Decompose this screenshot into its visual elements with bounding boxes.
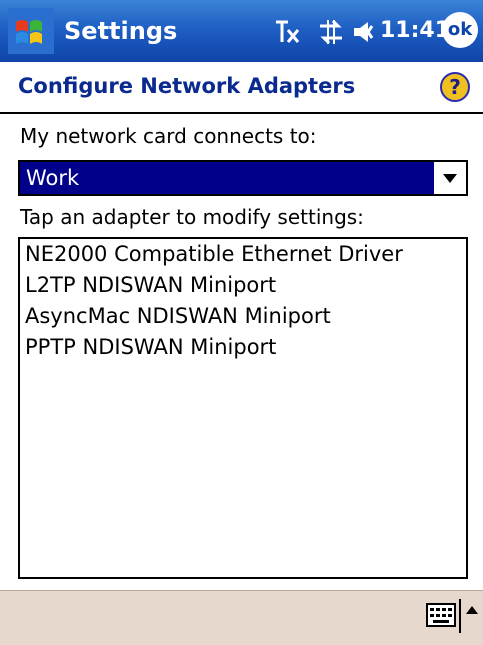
network-connects-to-select[interactable]: Work: [18, 160, 468, 196]
page-header: Configure Network Adapters ?: [0, 62, 483, 114]
windows-flag-icon[interactable]: [8, 8, 54, 54]
adapter-list[interactable]: NE2000 Compatible Ethernet Driver L2TP N…: [18, 237, 468, 579]
connects-label: My network card connects to:: [20, 124, 317, 148]
title-bar: Settings 11:41 ok: [0, 0, 483, 62]
adapters-label: Tap an adapter to modify settings:: [20, 205, 364, 229]
keyboard-icon[interactable]: [426, 603, 456, 627]
select-value[interactable]: Work: [20, 162, 434, 194]
caret-up-icon[interactable]: [464, 603, 480, 617]
list-item[interactable]: AsyncMac NDISWAN Miniport: [20, 301, 466, 332]
app-title: Settings: [64, 17, 178, 45]
page-title: Configure Network Adapters: [18, 74, 356, 98]
antenna-off-icon[interactable]: [272, 18, 302, 46]
ok-button[interactable]: ok: [442, 12, 478, 48]
list-item[interactable]: NE2000 Compatible Ethernet Driver: [20, 239, 466, 270]
dropdown-arrow[interactable]: [434, 162, 466, 194]
divider: [459, 599, 461, 633]
help-icon[interactable]: ?: [440, 72, 470, 102]
sync-arrows-icon[interactable]: [316, 18, 346, 46]
chevron-down-icon: [443, 173, 457, 183]
list-item[interactable]: L2TP NDISWAN Miniport: [20, 270, 466, 301]
menu-bar: [0, 590, 483, 645]
clock[interactable]: 11:41: [380, 14, 450, 48]
list-item[interactable]: PPTP NDISWAN Miniport: [20, 332, 466, 363]
speaker-icon[interactable]: [352, 18, 380, 46]
